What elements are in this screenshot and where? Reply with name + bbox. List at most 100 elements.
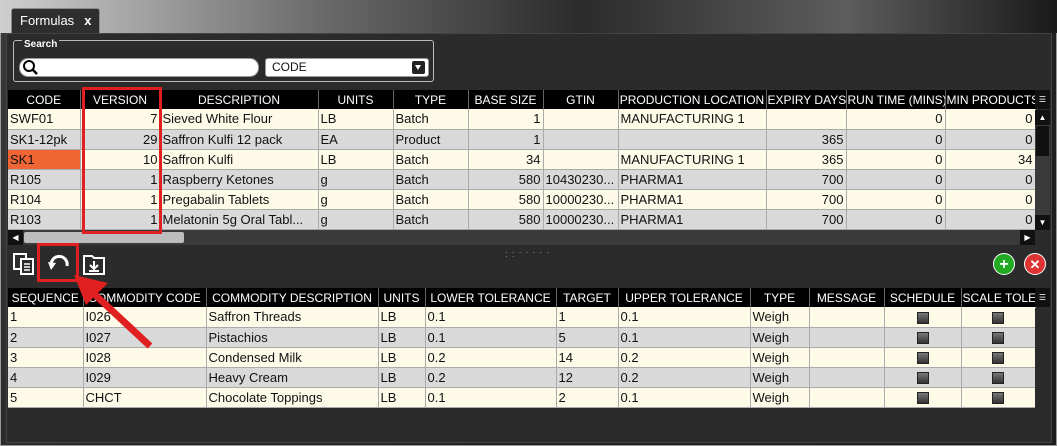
- cell-units: LB: [318, 109, 394, 130]
- column-header[interactable]: MESSAGE: [809, 288, 885, 307]
- table-row[interactable]: R103 1 Melatonin 5g Oral Tabl... g Batch 580 1…: [8, 209, 1036, 230]
- table-row[interactable]: R104 1 Pregabalin Tablets g Batch 580 10000230…: [8, 189, 1036, 210]
- formulas-vscroll[interactable]: ▲ ▼: [1035, 110, 1050, 230]
- cell-code: R103: [8, 209, 81, 230]
- column-header[interactable]: EXPIRY DAYS: [766, 90, 847, 109]
- tab-close-icon[interactable]: x: [84, 13, 91, 28]
- tab-formulas[interactable]: Formulas x: [11, 8, 100, 34]
- cell-message: [809, 367, 885, 388]
- cell-min-products: 0: [945, 189, 1036, 210]
- cell-gtin: 10000230...: [543, 209, 619, 230]
- add-button[interactable]: +: [993, 253, 1015, 275]
- cell-min-products: 0: [945, 169, 1036, 190]
- cell-type: Batch: [393, 149, 469, 170]
- copy-icon[interactable]: [12, 252, 36, 276]
- cell-lower: 0.2: [425, 367, 557, 388]
- column-header[interactable]: TYPE: [393, 90, 469, 109]
- cell-lower: 0.1: [425, 327, 557, 348]
- scale-checkbox[interactable]: [992, 311, 1004, 324]
- scroll-left-icon[interactable]: ◀: [8, 230, 23, 245]
- cell-description: Pregabalin Tablets: [160, 189, 319, 210]
- column-chooser-icon[interactable]: ☰: [1035, 90, 1050, 109]
- schedule-checkbox[interactable]: [916, 372, 929, 385]
- table-row[interactable]: 3 I028 Condensed Milk LB 0.2 14 0.2 Weigh: [8, 347, 1036, 368]
- search-field-select[interactable]: CODE: [265, 58, 429, 77]
- scale-checkbox[interactable]: [992, 372, 1004, 385]
- column-header[interactable]: SCHEDULE: [884, 288, 962, 307]
- cell-upper: 0.1: [618, 327, 751, 348]
- scroll-up-icon[interactable]: ▲: [1035, 110, 1050, 125]
- schedule-checkbox[interactable]: [916, 332, 929, 345]
- schedule-checkbox[interactable]: [916, 392, 929, 405]
- cell-gtin: 10000230...: [543, 189, 619, 210]
- cell-location: MANUFACTURING 1: [618, 109, 767, 130]
- cell-run-time: 0: [846, 209, 946, 230]
- column-header[interactable]: MIN PRODUCTS: [945, 90, 1036, 109]
- search-input[interactable]: [19, 58, 259, 77]
- scroll-right-icon[interactable]: ▶: [1020, 230, 1035, 245]
- ingredients-vscroll[interactable]: [1035, 308, 1050, 408]
- column-chooser-icon[interactable]: ☰: [1035, 288, 1050, 307]
- column-header[interactable]: LOWER TOLERANCE: [425, 288, 557, 307]
- schedule-checkbox[interactable]: [916, 311, 929, 324]
- table-row[interactable]: 4 I029 Heavy Cream LB 0.2 12 0.2 Weigh: [8, 367, 1036, 388]
- cell-type: Weigh: [750, 307, 810, 328]
- version-column-highlight: [82, 87, 162, 234]
- column-header[interactable]: UPPER TOLERANCE: [618, 288, 751, 307]
- cell-scale: [961, 347, 1036, 368]
- cell-units: g: [318, 169, 394, 190]
- cell-code: R105: [8, 169, 81, 190]
- search-legend: Search: [22, 39, 60, 50]
- cell-seq: 3: [8, 347, 84, 368]
- schedule-checkbox[interactable]: [916, 352, 929, 365]
- cell-type: Batch: [393, 169, 469, 190]
- column-header[interactable]: SEQUENCE: [8, 288, 84, 307]
- scale-checkbox[interactable]: [992, 392, 1004, 405]
- table-row[interactable]: SWF01 7 Sieved White Flour LB Batch 1 MANUFACT…: [8, 109, 1036, 130]
- table-row[interactable]: 1 I026 Saffron Threads LB 0.1 1 0.1 Weigh: [8, 307, 1036, 328]
- column-header[interactable]: BASE SIZE: [468, 90, 544, 109]
- column-header[interactable]: TYPE: [750, 288, 810, 307]
- column-header[interactable]: COMMODITY CODE: [83, 288, 207, 307]
- table-row[interactable]: 5 CHCT Chocolate Toppings LB 0.1 2 0.1 Weigh: [8, 387, 1036, 408]
- vscroll-thumb[interactable]: [1036, 126, 1049, 156]
- formulas-table: CODE VERSION DESCRIPTION UNITS TYPE BASE SIZE…: [8, 90, 1036, 230]
- column-header[interactable]: COMMODITY DESCRIPTION: [206, 288, 379, 307]
- formulas-hscroll[interactable]: ◀ ▶: [8, 230, 1035, 245]
- scale-checkbox[interactable]: [992, 332, 1004, 345]
- cell-run-time: 0: [846, 189, 946, 210]
- cell-seq: 4: [8, 367, 84, 388]
- delete-button[interactable]: ✕: [1024, 253, 1046, 275]
- column-header[interactable]: SCALE TOLE: [961, 288, 1036, 307]
- scroll-down-icon[interactable]: ▼: [1035, 215, 1050, 230]
- pane-splitter[interactable]: · · · · · · · · ·: [505, 249, 555, 261]
- column-header[interactable]: UNITS: [378, 288, 426, 307]
- scale-checkbox[interactable]: [992, 352, 1004, 365]
- search-field-value: CODE: [272, 60, 307, 74]
- cell-location: PHARMA1: [618, 169, 767, 190]
- cell-description: Heavy Cream: [206, 367, 379, 388]
- cell-units: LB: [318, 149, 394, 170]
- column-header[interactable]: CODE: [8, 90, 81, 109]
- column-header[interactable]: RUN TIME (MINS): [846, 90, 946, 109]
- table-row[interactable]: SK1-12pk 29 Saffron Kulfi 12 pack EA Product…: [8, 129, 1036, 150]
- column-header[interactable]: PRODUCTION LOCATION: [618, 90, 767, 109]
- cell-base-size: 1: [468, 109, 544, 130]
- cell-base-size: 580: [468, 169, 544, 190]
- column-header[interactable]: UNITS: [318, 90, 394, 109]
- cell-code: I029: [83, 367, 207, 388]
- column-header[interactable]: GTIN: [543, 90, 619, 109]
- cell-target: 12: [556, 367, 619, 388]
- cell-type: Batch: [393, 109, 469, 130]
- table-row[interactable]: R105 1 Raspberry Ketones g Batch 580 10430230.…: [8, 169, 1036, 190]
- column-header[interactable]: DESCRIPTION: [160, 90, 319, 109]
- cell-code: I028: [83, 347, 207, 368]
- cell-type: Weigh: [750, 367, 810, 388]
- cell-code: I027: [83, 327, 207, 348]
- download-icon[interactable]: [82, 252, 106, 276]
- column-header[interactable]: TARGET: [556, 288, 619, 307]
- table-row[interactable]: 2 I027 Pistachios LB 0.1 5 0.1 Weigh: [8, 327, 1036, 348]
- cell-run-time: 0: [846, 169, 946, 190]
- cell-description: Condensed Milk: [206, 347, 379, 368]
- table-row[interactable]: SK1 10 Saffron Kulfi LB Batch 34 MANUFACTURING…: [8, 149, 1036, 170]
